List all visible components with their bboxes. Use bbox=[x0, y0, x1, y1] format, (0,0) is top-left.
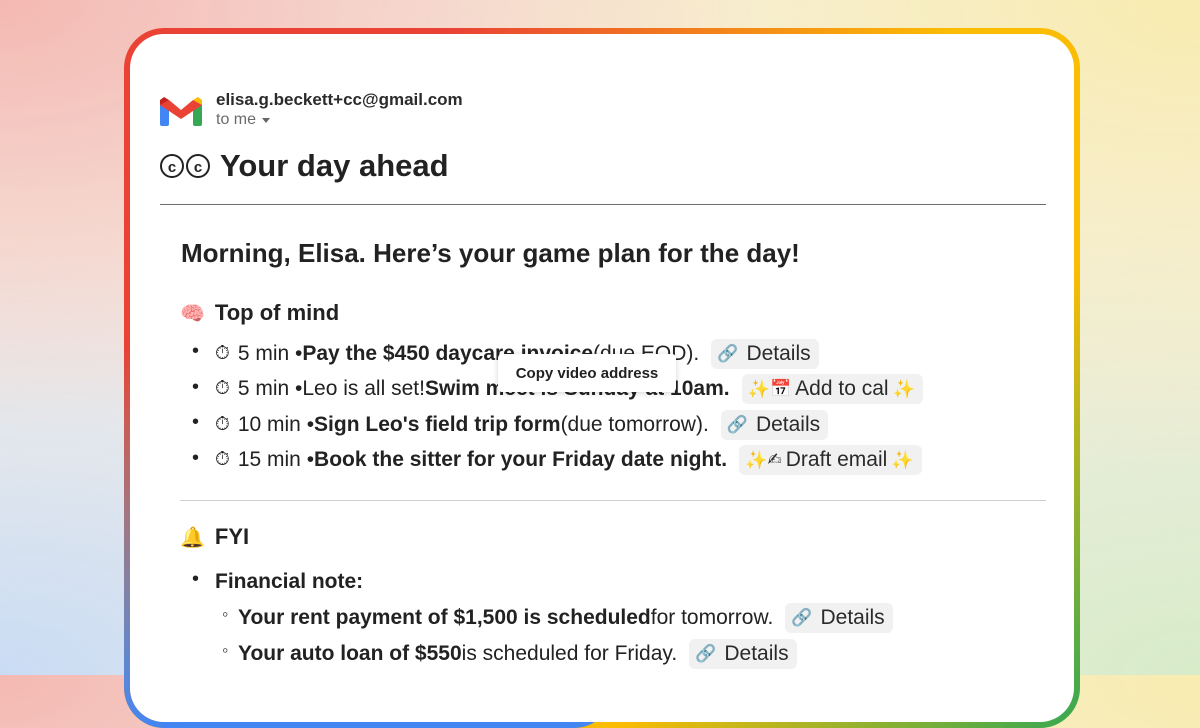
financial-sublist: Your rent payment of $1,500 is scheduled… bbox=[180, 600, 1046, 672]
chip-label: Details bbox=[755, 412, 821, 436]
top-of-mind-heading: 🧠 Top of mind bbox=[180, 300, 339, 326]
item-title: Sign Leo's field trip form bbox=[314, 412, 561, 436]
calendar-icon: 📅 bbox=[770, 379, 792, 399]
chip-label: Details bbox=[746, 341, 811, 365]
details-chip[interactable]: 🔗 Details bbox=[720, 409, 829, 440]
item-time: 10 min • bbox=[237, 412, 315, 436]
draft-email-chip[interactable]: ✨ ✍ Draft email ✨ bbox=[739, 445, 922, 476]
list-item: ⏱ 15 min • Book the sitter for your Frid… bbox=[180, 443, 1046, 479]
gradient-frame: elisa.g.beckett+cc@gmail.com to me cc Yo… bbox=[124, 28, 1080, 728]
caret-down-icon bbox=[262, 117, 271, 123]
link-icon: 🔗 bbox=[791, 608, 813, 627]
sparkle-icon: ✨ bbox=[892, 378, 915, 399]
cc-icon: cc bbox=[160, 154, 212, 178]
details-chip[interactable]: 🔗 Details bbox=[711, 338, 819, 369]
details-chip[interactable]: 🔗 Details bbox=[785, 603, 893, 633]
item-title: Your auto loan of $550 bbox=[238, 642, 462, 665]
greeting-heading: Morning, Elisa. Here’s your game plan fo… bbox=[181, 238, 800, 268]
gmail-logo-icon bbox=[160, 97, 202, 126]
section-title: Top of mind bbox=[214, 300, 340, 325]
item-title: Book the sitter for your Friday date nig… bbox=[314, 448, 728, 472]
sender-block: elisa.g.beckett+cc@gmail.com to me bbox=[216, 90, 463, 129]
email-subject: cc Your day ahead bbox=[160, 148, 449, 184]
item-title: Your rent payment of $1,500 is scheduled bbox=[238, 606, 651, 629]
item-note: for tomorrow. bbox=[650, 606, 774, 629]
list-item: Financial note: bbox=[180, 564, 1046, 600]
fyi-list: Financial note: bbox=[180, 564, 1046, 600]
recipient-dropdown[interactable]: to me bbox=[216, 111, 463, 129]
stopwatch-icon: ⏱ bbox=[215, 378, 230, 400]
link-icon: 🔗 bbox=[717, 343, 739, 363]
link-icon: 🔗 bbox=[726, 414, 748, 434]
recipient-label: to me bbox=[216, 111, 257, 128]
sparkle-icon: ✨ bbox=[745, 449, 768, 470]
email-header: elisa.g.beckett+cc@gmail.com to me bbox=[160, 90, 463, 129]
stopwatch-icon: ⏱ bbox=[215, 449, 230, 471]
header-divider bbox=[160, 204, 1046, 205]
details-chip[interactable]: 🔗 Details bbox=[689, 639, 797, 669]
item-time: 5 min • bbox=[237, 377, 303, 401]
item-note: is scheduled for Friday. bbox=[461, 642, 678, 665]
fyi-heading: 🔔 FYI bbox=[180, 524, 249, 550]
list-item: Your rent payment of $1,500 is scheduled… bbox=[180, 600, 1046, 636]
stopwatch-icon: ⏱ bbox=[215, 413, 230, 435]
item-time: 5 min • bbox=[237, 341, 303, 365]
add-to-calendar-chip[interactable]: ✨ 📅 Add to cal ✨ bbox=[741, 374, 923, 405]
copy-video-address-menu-item[interactable]: Copy video address bbox=[498, 354, 676, 392]
subject-text: Your day ahead bbox=[220, 148, 449, 183]
sender-email[interactable]: elisa.g.beckett+cc@gmail.com bbox=[216, 90, 463, 110]
sparkle-icon: ✨ bbox=[891, 449, 914, 470]
email-card: elisa.g.beckett+cc@gmail.com to me cc Yo… bbox=[130, 34, 1074, 722]
section-title: FYI bbox=[214, 524, 250, 549]
section-divider bbox=[180, 500, 1046, 501]
bell-icon: 🔔 bbox=[180, 526, 205, 549]
chip-label: Details bbox=[724, 642, 789, 665]
writing-hand-icon: ✍ bbox=[767, 450, 782, 470]
chip-label: Details bbox=[820, 606, 885, 629]
list-item: ⏱ 10 min • Sign Leo's field trip form (d… bbox=[180, 407, 1046, 443]
sparkle-icon: ✨ bbox=[747, 378, 770, 399]
item-lead: Leo is all set! bbox=[302, 377, 425, 401]
link-icon: 🔗 bbox=[695, 644, 717, 663]
item-note: (due tomorrow). bbox=[560, 412, 709, 436]
financial-note-label: Financial note: bbox=[215, 569, 364, 593]
item-time: 15 min • bbox=[237, 448, 315, 472]
brain-icon: 🧠 bbox=[180, 302, 205, 325]
list-item: Your auto loan of $550 is scheduled for … bbox=[180, 636, 1046, 672]
chip-label: Add to cal bbox=[795, 377, 889, 401]
chip-label: Draft email bbox=[785, 448, 888, 472]
stopwatch-icon: ⏱ bbox=[215, 342, 230, 364]
